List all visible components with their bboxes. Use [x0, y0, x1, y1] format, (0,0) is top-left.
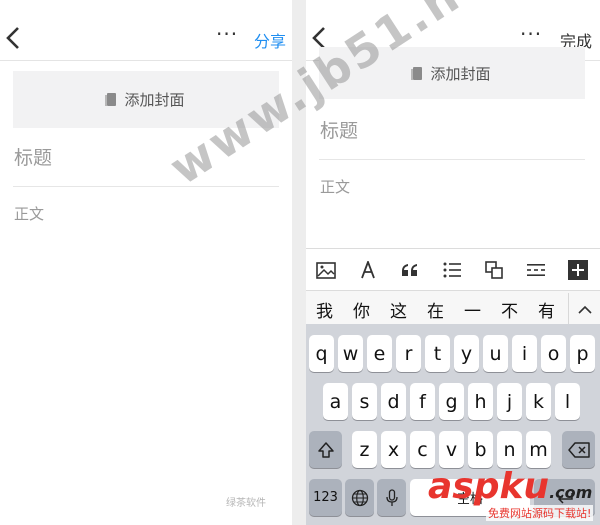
left-editor-screen: ··· 分享 添加封面 标题 正文 [0, 0, 292, 525]
key-u[interactable]: u [483, 335, 508, 372]
globe-key[interactable] [345, 479, 374, 516]
key-e[interactable]: e [367, 335, 392, 372]
title-input[interactable]: 标题 [14, 143, 52, 170]
shift-icon [317, 441, 334, 458]
key-d[interactable]: d [381, 383, 406, 420]
microphone-icon [385, 488, 398, 506]
key-w[interactable]: w [338, 335, 363, 372]
numbers-key[interactable]: 123 [309, 479, 342, 516]
format-toolbar [306, 248, 600, 291]
more-button[interactable]: ··· [216, 22, 238, 46]
chevron-up-icon [578, 305, 592, 314]
key-l[interactable]: l [555, 383, 580, 420]
key-k[interactable]: k [526, 383, 551, 420]
key-g[interactable]: g [439, 383, 464, 420]
image-icon[interactable] [314, 258, 338, 282]
key-r[interactable]: r [396, 335, 421, 372]
copy-icon[interactable] [482, 258, 506, 282]
candidate-word[interactable]: 你 [353, 297, 370, 322]
brand-com: .com [549, 483, 593, 502]
key-y[interactable]: y [454, 335, 479, 372]
expand-candidates-button[interactable] [568, 293, 600, 325]
mic-key[interactable] [377, 479, 406, 516]
key-i[interactable]: i [512, 335, 537, 372]
more-button[interactable]: ··· [520, 22, 542, 46]
key-p[interactable]: p [570, 335, 595, 372]
share-button[interactable]: 分享 [254, 28, 286, 52]
globe-icon [351, 489, 368, 506]
title-separator [13, 186, 279, 187]
brand-watermark: aspku.com [428, 466, 592, 507]
brand-sub-watermark: 免费网站源码下载站! [486, 505, 594, 521]
cover-doc-icon [105, 93, 117, 106]
shift-key[interactable] [309, 431, 342, 468]
font-icon[interactable] [356, 258, 380, 282]
candidate-word[interactable]: 这 [390, 297, 407, 322]
cover-doc-icon [411, 66, 423, 80]
title-input[interactable]: 标题 [320, 116, 358, 143]
body-input[interactable]: 正文 [320, 176, 350, 197]
divider-icon[interactable] [524, 258, 548, 282]
candidate-word[interactable]: 有 [538, 297, 555, 322]
add-icon[interactable] [566, 258, 590, 282]
candidate-word[interactable]: 在 [427, 297, 444, 322]
brand-name: aspku [428, 466, 550, 507]
ime-candidate-bar: 我 你 这 在 一 不 有 [306, 290, 600, 325]
key-t[interactable]: t [425, 335, 450, 372]
key-j[interactable]: j [497, 383, 522, 420]
left-nav-bar: ··· 分享 [0, 0, 292, 61]
candidate-word[interactable]: 一 [464, 297, 481, 322]
key-c[interactable]: c [410, 431, 435, 468]
key-h[interactable]: h [468, 383, 493, 420]
candidate-word[interactable]: 我 [316, 297, 333, 322]
key-m[interactable]: m [526, 431, 551, 468]
body-input[interactable]: 正文 [14, 203, 44, 224]
corner-watermark: 绿茶软件 [226, 498, 266, 509]
backspace-icon [567, 441, 590, 458]
key-v[interactable]: v [439, 431, 464, 468]
add-cover-label: 添加封面 [430, 64, 491, 83]
bullet-list-icon[interactable] [440, 258, 464, 282]
key-z[interactable]: z [352, 431, 377, 468]
back-icon[interactable] [6, 26, 26, 52]
add-cover-label: 添加封面 [124, 91, 185, 109]
key-f[interactable]: f [410, 383, 435, 420]
key-n[interactable]: n [497, 431, 522, 468]
candidate-word[interactable]: 不 [501, 297, 518, 322]
quote-icon[interactable] [398, 258, 422, 282]
key-x[interactable]: x [381, 431, 406, 468]
key-a[interactable]: a [323, 383, 348, 420]
key-q[interactable]: q [309, 335, 334, 372]
key-b[interactable]: b [468, 431, 493, 468]
key-s[interactable]: s [352, 383, 377, 420]
key-o[interactable]: o [541, 335, 566, 372]
delete-key[interactable] [562, 431, 595, 468]
title-separator [319, 159, 585, 160]
